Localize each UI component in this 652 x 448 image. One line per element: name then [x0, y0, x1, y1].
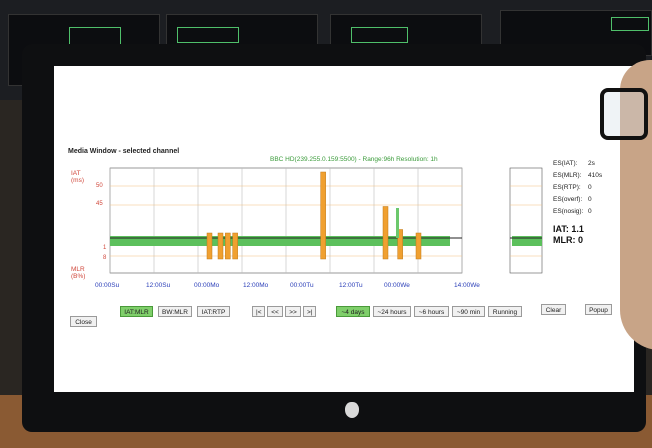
iat-bar	[320, 171, 326, 260]
stat-label-es-nosig: ES(nosig):	[553, 208, 584, 215]
x-tick-label: 00:00Mo	[194, 282, 220, 289]
stat-label-es-overf: ES(overf):	[553, 196, 583, 203]
stat-label-es-mlr: ES(MLR):	[553, 172, 582, 179]
range-90-min-button[interactable]: ~90 min	[452, 306, 485, 317]
stat-value-es-nosig: 0	[588, 208, 592, 215]
clear-button[interactable]: Clear	[541, 304, 566, 315]
first-page-button[interactable]: |<	[252, 306, 265, 317]
stat-value-es-mlr: 410s	[588, 172, 603, 179]
x-tick-label: 12:00Mo	[243, 282, 269, 289]
x-tick-label: 00:00Tu	[290, 282, 314, 289]
mlr-current-value: MLR: 0	[553, 235, 583, 245]
stat-label-es-iat: ES(IAT):	[553, 160, 578, 167]
iat-bar	[415, 232, 422, 260]
iat-bar	[225, 232, 231, 260]
x-tick-label: 12:00Tu	[339, 282, 363, 289]
iat-rtp-button[interactable]: IAT:RTP	[197, 306, 230, 317]
iat-mlr-button[interactable]: IAT:MLR	[120, 306, 153, 317]
popup-button[interactable]: Popup	[585, 304, 612, 315]
running-button[interactable]: Running	[488, 306, 522, 317]
x-tick-label: 00:00We	[384, 282, 410, 289]
last-page-button[interactable]: >|	[303, 306, 316, 317]
iat-bar	[232, 232, 238, 260]
iat-current-value: IAT: 1.1	[553, 224, 584, 234]
stat-label-es-rtp: ES(RTP):	[553, 184, 581, 191]
previous-page-button[interactable]: <<	[267, 306, 283, 317]
range-24-hours-button[interactable]: ~24 hours	[373, 306, 411, 317]
eyeglasses	[600, 88, 648, 140]
x-tick-label: 12:00Su	[146, 282, 171, 289]
range-4-days-button[interactable]: ~4 days	[336, 306, 370, 317]
x-tick-label: 14:00We	[454, 282, 480, 289]
iat-bar	[206, 232, 213, 260]
bw-mlr-button[interactable]: BW:MLR	[158, 306, 192, 317]
iat-bar	[382, 206, 389, 260]
iat-bar	[217, 232, 224, 260]
mlr-spike	[396, 208, 399, 238]
stat-value-es-rtp: 0	[588, 184, 592, 191]
close-button[interactable]: Close	[70, 316, 97, 327]
stat-value-es-overf: 0	[588, 196, 592, 203]
stat-value-es-iat: 2s	[588, 160, 595, 167]
range-6-hours-button[interactable]: ~6 hours	[414, 306, 449, 317]
next-page-button[interactable]: >>	[285, 306, 301, 317]
x-tick-label: 00:00Su	[95, 282, 120, 289]
